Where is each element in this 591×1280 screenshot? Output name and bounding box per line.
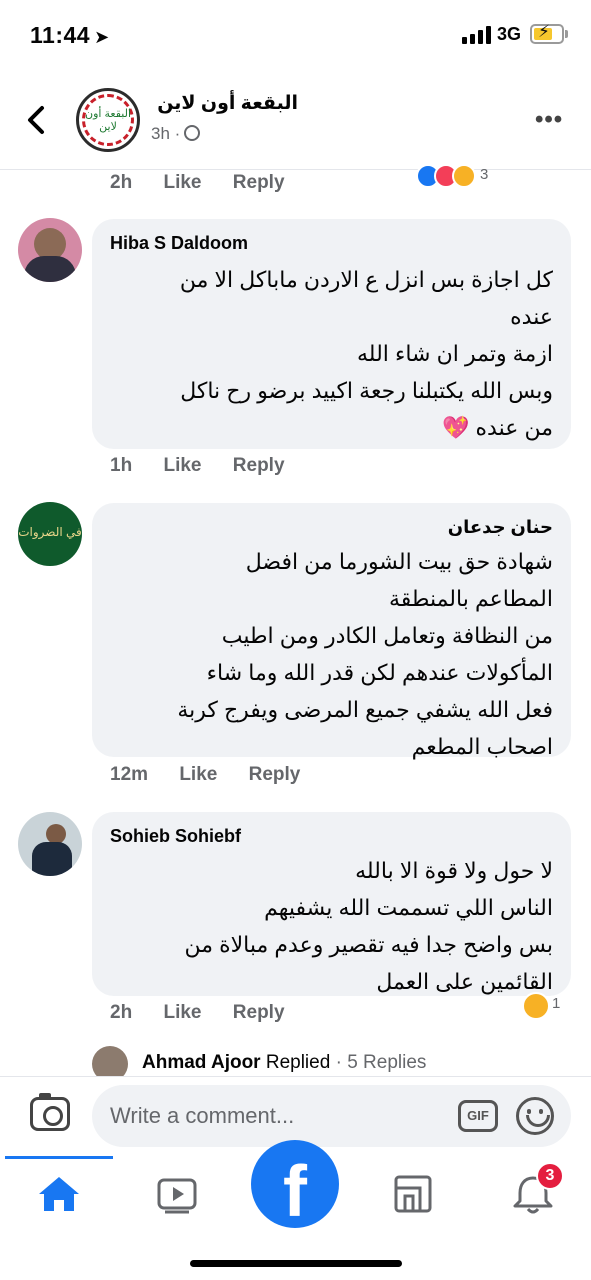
comment-actions: 1h Like Reply xyxy=(110,455,311,477)
comment-author[interactable]: حنان جدعان xyxy=(448,517,553,538)
comment-line: عنده xyxy=(510,304,553,329)
reply-button[interactable]: Reply xyxy=(233,172,285,193)
sad-reaction-icon xyxy=(522,992,550,1020)
comment-line: لا حول ولا قوة الا بالله xyxy=(355,858,553,883)
comment-line: القائمين على العمل xyxy=(376,969,553,994)
more-options-button[interactable]: ••• xyxy=(535,106,563,134)
comment-line: من النظافة وتعامل الكادر ومن اطيب xyxy=(221,623,553,648)
comment-author[interactable]: Hiba S Daldoom xyxy=(110,233,248,254)
post-header: البقعة أون لاين البقعة أون لاين 3h · ••• xyxy=(0,70,591,170)
reply-button[interactable]: Reply xyxy=(233,1002,285,1023)
notification-badge: 3 xyxy=(536,1162,564,1190)
battery-tip xyxy=(565,30,568,38)
avatar-body xyxy=(24,256,76,282)
comment-line: بس واضح جدا فيه تقصير وعدم مبالاة من xyxy=(184,932,553,957)
like-button[interactable]: Like xyxy=(163,172,201,193)
comment-author[interactable]: Sohieb Sohiebf xyxy=(110,826,241,847)
replies-summary[interactable]: Ahmad Ajoor Replied · 5 Replies xyxy=(142,1052,426,1074)
reaction-count: 1 xyxy=(552,995,561,1012)
facebook-logo-icon[interactable]: f xyxy=(251,1140,339,1232)
reply-button[interactable]: Reply xyxy=(233,455,285,476)
comment-text: كل اجازة بس انزل ع الاردن ماباكل الا من … xyxy=(180,261,553,446)
avatar-text: في الضروات xyxy=(18,525,82,539)
sad-reaction-icon xyxy=(452,164,476,188)
replies-separator: · xyxy=(335,1052,342,1073)
page-avatar[interactable]: البقعة أون لاين xyxy=(76,88,140,152)
comment-line: شهادة حق بيت الشورما من افضل xyxy=(245,549,553,574)
comment-line: المطاعم بالمنطقة xyxy=(388,586,553,611)
reply-button[interactable]: Reply xyxy=(249,764,301,785)
comment-line: وبس الله يكتبلنا رجعة اكييد برضو رح ناكل xyxy=(180,378,553,403)
like-button[interactable]: Like xyxy=(163,1002,201,1023)
comment-line: اصحاب المطعم xyxy=(411,734,553,759)
reaction-summary[interactable]: 3 xyxy=(416,164,516,188)
clock-text: 11:44 xyxy=(30,22,91,48)
comment-line: من عنده 💖 xyxy=(442,415,553,440)
network-type: 3G xyxy=(497,24,522,44)
comment-text: لا حول ولا قوة الا بالله الناس اللي تسمم… xyxy=(184,852,553,1000)
chevron-left-icon xyxy=(28,106,44,134)
marketplace-icon[interactable] xyxy=(388,1174,438,1214)
comment-line: فعل الله يشفي جميع المرضى ويفرج كربة xyxy=(177,697,553,722)
replies-verb: Replied xyxy=(265,1052,331,1073)
comment-actions: 2h Like Reply xyxy=(110,1002,311,1024)
comment-bubble[interactable]: Hiba S Daldoom كل اجازة بس انزل ع الاردن… xyxy=(92,219,571,449)
emoji-icon[interactable] xyxy=(516,1097,554,1135)
comment-bubble[interactable]: حنان جدعان شهادة حق بيت الشورما من افضل … xyxy=(92,503,571,759)
avatar-body xyxy=(32,842,72,876)
comment-time: 2h xyxy=(110,172,133,193)
comment-line: ازمة وتمر ان شاء الله xyxy=(356,341,553,366)
post-time: 3h · xyxy=(151,124,181,143)
comment-line: الناس اللي تسممت الله يشفيهم xyxy=(264,895,553,920)
home-indicator xyxy=(190,1260,402,1267)
signal-bars-icon xyxy=(462,26,492,44)
page-logo-text: البقعة أون لاين xyxy=(85,108,131,133)
avatar[interactable] xyxy=(18,218,82,282)
reaction-count: 3 xyxy=(480,166,489,183)
status-bar: 11:44 ➤ 3G ⚡ xyxy=(0,0,591,70)
replies-count: 5 Replies xyxy=(347,1052,427,1073)
globe-icon xyxy=(184,125,201,141)
camera-icon[interactable] xyxy=(30,1093,70,1131)
comment-time: 12m xyxy=(110,764,149,785)
location-arrow-icon: ➤ xyxy=(94,27,110,47)
gif-button[interactable]: GIF xyxy=(458,1100,498,1132)
comment-actions: 2h Like Reply xyxy=(110,172,311,194)
like-button[interactable]: Like xyxy=(163,455,201,476)
avatar[interactable] xyxy=(18,812,82,876)
back-button[interactable] xyxy=(22,100,52,140)
comment-line: المأكولات عندهم لكن قدر الله وما شاء xyxy=(206,660,553,685)
reaction-summary[interactable]: 1 xyxy=(522,992,572,1020)
comment-line: كل اجازة بس انزل ع الاردن ماباكل الا من xyxy=(179,267,553,292)
post-meta: 3h · xyxy=(151,124,201,144)
comment-input[interactable]: Write a comment... GIF xyxy=(92,1085,571,1147)
comment-time: 2h xyxy=(110,1002,133,1023)
active-tab-indicator xyxy=(5,1156,113,1159)
comment-bubble[interactable]: Sohieb Sohiebf لا حول ولا قوة الا بالله … xyxy=(92,812,571,996)
avatar-face xyxy=(46,824,66,844)
comment-placeholder: Write a comment... xyxy=(110,1103,295,1128)
view-replies-row[interactable]: Ahmad Ajoor Replied · 5 Replies xyxy=(92,1044,591,1082)
charging-bolt-icon: ⚡ xyxy=(538,22,550,41)
comment-time: 1h xyxy=(110,455,133,476)
replier-name: Ahmad Ajoor xyxy=(142,1052,261,1073)
watch-icon[interactable] xyxy=(152,1174,202,1214)
status-time: 11:44 ➤ xyxy=(30,22,110,49)
like-button[interactable]: Like xyxy=(179,764,217,785)
page-name[interactable]: البقعة أون لاين xyxy=(148,92,298,115)
comment-text: شهادة حق بيت الشورما من افضل المطاعم بال… xyxy=(177,543,553,765)
home-icon[interactable] xyxy=(34,1174,84,1214)
comment-actions: 12m Like Reply xyxy=(110,764,326,786)
avatar[interactable]: في الضروات xyxy=(18,502,82,566)
